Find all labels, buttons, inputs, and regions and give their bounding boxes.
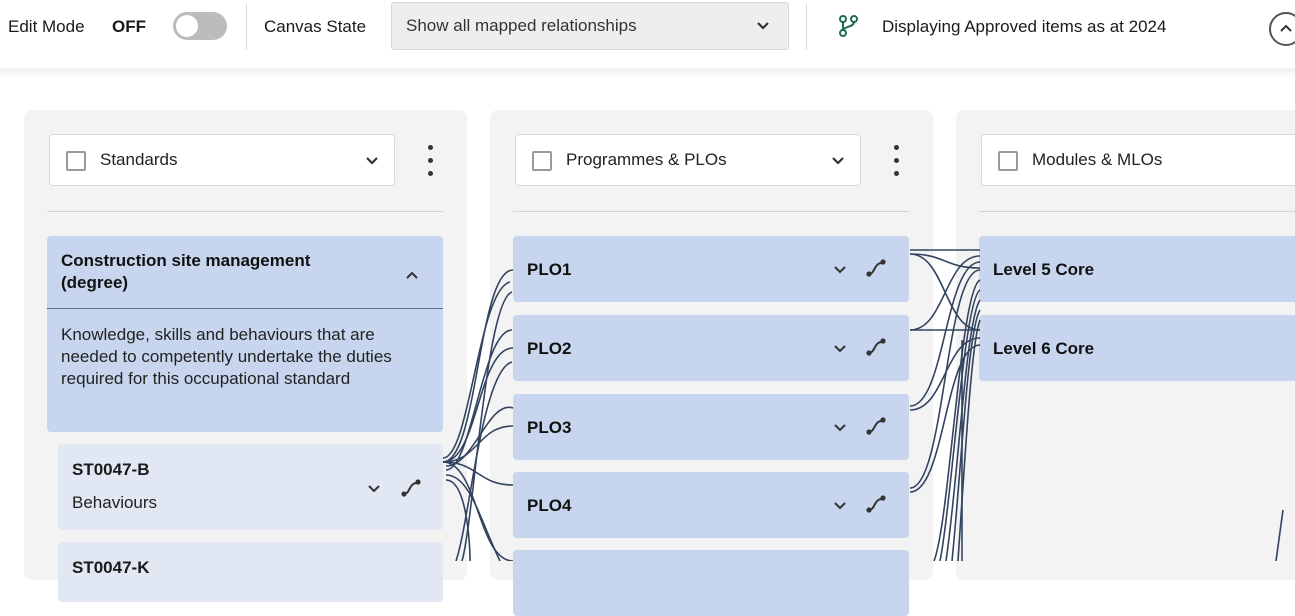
relationship-links [442,249,1284,561]
standard-code: ST0047-K [72,558,150,577]
